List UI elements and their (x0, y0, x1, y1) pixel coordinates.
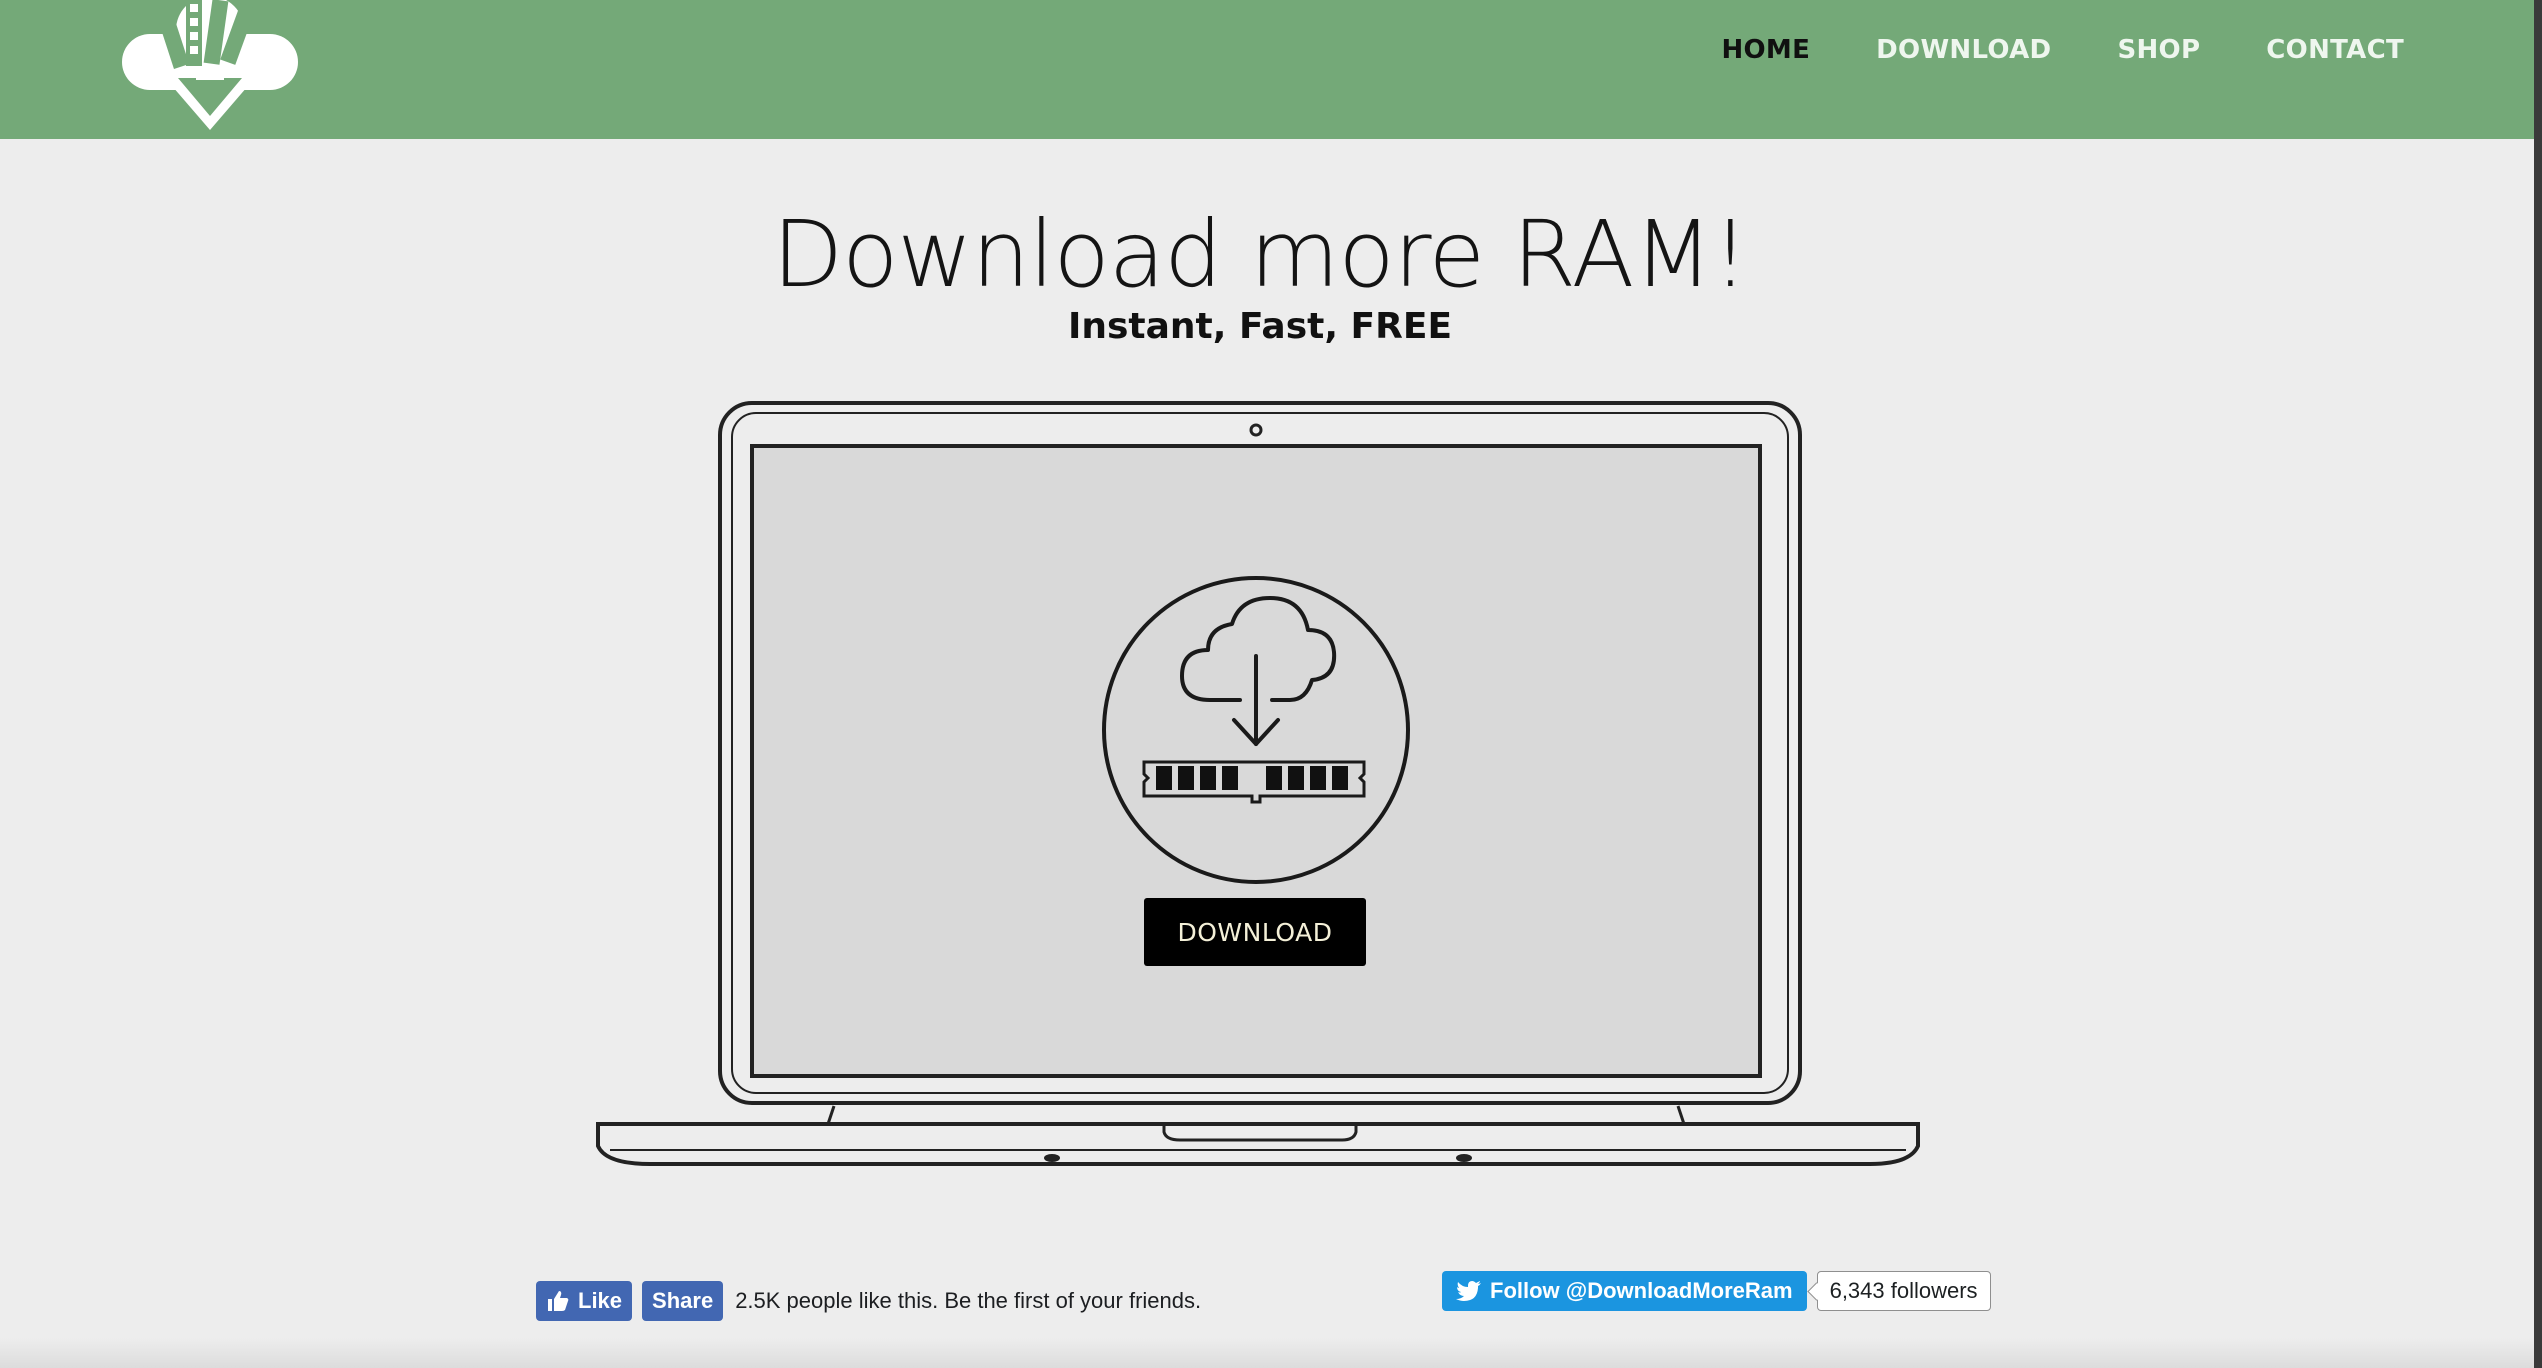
nav-home[interactable]: HOME (1721, 28, 1810, 72)
facebook-share-button[interactable]: Share (642, 1281, 724, 1321)
twitter-widget: Follow @DownloadMoreRam 6,343 followers (1442, 1271, 1991, 1311)
facebook-like-label: Like (578, 1288, 623, 1313)
thumbs-up-icon (548, 1291, 569, 1311)
nav-shop[interactable]: SHOP (2117, 28, 2200, 72)
twitter-followers-count[interactable]: 6,343 followers (1816, 1271, 1991, 1311)
facebook-like-button[interactable]: Like (536, 1281, 633, 1321)
download-button[interactable]: DOWNLOAD (1144, 898, 1366, 966)
page-subtitle: Instant, Fast, FREE (1067, 306, 1453, 347)
nav-download[interactable]: DOWNLOAD (1876, 28, 2051, 72)
facebook-widget: Like Share 2.5K people like this. Be the… (536, 1280, 1201, 1322)
nav-contact[interactable]: CONTACT (2266, 28, 2404, 72)
site-header: HOME DOWNLOAD SHOP CONTACT (0, 0, 2534, 139)
twitter-follow-button[interactable]: Follow @DownloadMoreRam (1442, 1271, 1807, 1311)
main-nav: HOME DOWNLOAD SHOP CONTACT (1721, 28, 2404, 72)
page-title: Download more RAM! (772, 201, 1749, 308)
bottom-shadow (0, 1338, 2534, 1368)
logo-cloud-ram-icon[interactable] (120, 0, 300, 132)
twitter-bird-icon (1456, 1281, 1481, 1301)
window-edge-strip (2534, 0, 2542, 1368)
facebook-like-count-text: 2.5K people like this. Be the first of y… (735, 1288, 1202, 1313)
twitter-follow-label: Follow @DownloadMoreRam (1490, 1278, 1793, 1303)
laptop-illustration (596, 401, 1920, 1166)
